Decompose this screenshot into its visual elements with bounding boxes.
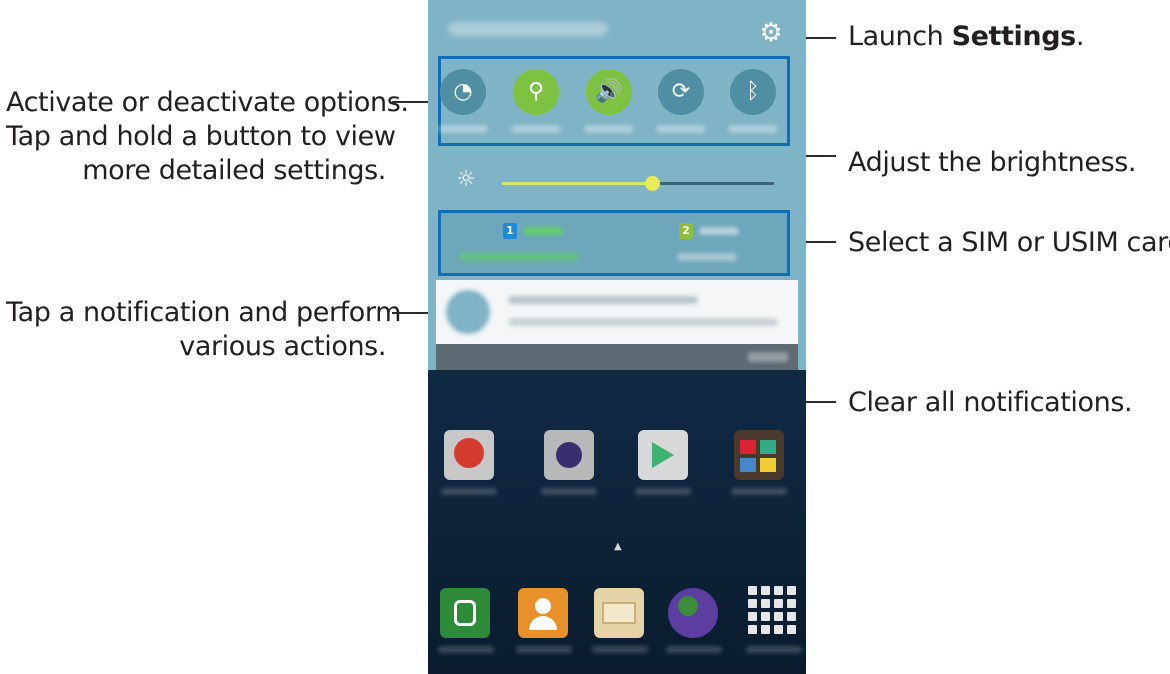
callout-options: Activate or deactivate options. Tap and …: [6, 86, 409, 188]
contacts-app-icon[interactable]: [518, 588, 568, 638]
notification-title: [508, 296, 698, 304]
camera-app-icon[interactable]: [544, 430, 594, 480]
app-label: [731, 488, 787, 495]
sim-option-2[interactable]: 2: [617, 213, 787, 273]
sound-icon[interactable]: 🔊: [586, 69, 632, 115]
app-label: [635, 488, 691, 495]
phone-app-icon[interactable]: [440, 588, 490, 638]
sim-selector-highlight: 1 2: [438, 210, 790, 276]
clear-all-button[interactable]: [748, 352, 788, 362]
callout-settings: Launch Settings.: [848, 20, 1084, 54]
callout-brightness: Adjust the brightness.: [848, 147, 1137, 178]
location-icon[interactable]: ⚲: [513, 69, 559, 115]
app-label: [666, 646, 722, 653]
notification-text: [508, 318, 778, 326]
brightness-slider[interactable]: [502, 176, 774, 191]
play-store-app-icon[interactable]: [638, 430, 688, 480]
email-app-icon[interactable]: [444, 430, 494, 480]
callout-sim: Select a SIM or USIM card.: [848, 227, 1170, 258]
brightness-slider-fill: [502, 182, 652, 185]
callout-options-line1: Activate or deactivate options.: [6, 87, 409, 118]
gear-icon[interactable]: ⚙: [758, 20, 784, 46]
quick-setting-label: [584, 125, 634, 133]
apps-grid-icon[interactable]: [748, 586, 796, 634]
brightness-row: ☼: [428, 156, 806, 206]
quick-setting-label: [438, 125, 488, 133]
app-label: [541, 488, 597, 495]
callout-settings-suffix: .: [1075, 21, 1085, 52]
phone-screen: ⚙ ◔ ⚲ 🔊 ⟳ ᛒ ☼ 1 2 ▲: [428, 0, 806, 674]
callout-notification-line1: Tap a notification and perform: [6, 297, 402, 328]
quick-settings-highlight: ◔ ⚲ 🔊 ⟳ ᛒ: [438, 56, 790, 146]
callout-clear: Clear all notifications.: [848, 387, 1133, 418]
app-label: [516, 646, 572, 653]
bluetooth-icon[interactable]: ᛒ: [730, 69, 776, 115]
brightness-slider-thumb[interactable]: [644, 176, 660, 191]
notification-app-icon: [446, 290, 490, 334]
google-folder-icon[interactable]: [734, 430, 784, 480]
home-page-indicator: ▲: [614, 541, 622, 552]
quick-setting-label: [656, 125, 706, 133]
notification-footer: [436, 344, 798, 370]
sim-2-status: [677, 253, 737, 261]
app-label: [746, 646, 802, 653]
sim-option-1[interactable]: 1: [441, 213, 614, 273]
callout-options-line2: Tap and hold a button to view: [6, 121, 396, 152]
internet-app-icon[interactable]: [668, 588, 718, 638]
sim-1-badge: 1: [503, 223, 517, 239]
quick-setting-label: [728, 125, 778, 133]
callout-notification: Tap a notification and perform various a…: [6, 296, 402, 364]
notification-panel: ⚙ ◔ ⚲ 🔊 ⟳ ᛒ ☼ 1 2: [428, 0, 806, 370]
messages-app-icon[interactable]: [594, 588, 644, 638]
quick-setting-label: [511, 125, 561, 133]
sim-2-badge: 2: [679, 223, 693, 239]
wifi-icon[interactable]: ◔: [440, 69, 486, 115]
app-label: [592, 646, 648, 653]
sim-1-name: [523, 227, 563, 235]
sim-1-status: [459, 253, 579, 261]
callout-options-line3: more detailed settings.: [82, 155, 386, 186]
app-label: [441, 488, 497, 495]
app-label: [438, 646, 494, 653]
notification-card[interactable]: [436, 280, 798, 344]
sim-2-name: [699, 227, 739, 235]
brightness-icon: ☼: [456, 167, 476, 192]
callout-notification-line2: various actions.: [179, 331, 386, 362]
screen-rotation-icon[interactable]: ⟳: [658, 69, 704, 115]
status-bar-date: [448, 22, 608, 36]
callout-settings-bold: Settings: [951, 21, 1077, 52]
callout-settings-prefix: Launch: [848, 21, 952, 52]
